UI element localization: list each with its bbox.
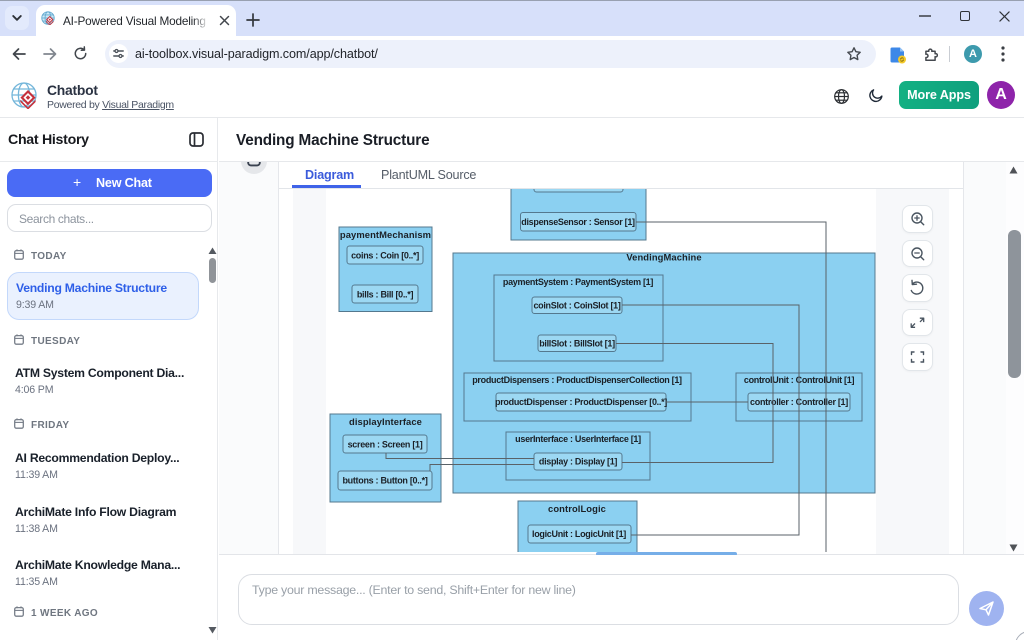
svg-text:productDispenser : ProductDisp: productDispenser : ProductDispenser [0..… [495, 397, 667, 407]
svg-text:buttons : Button [0..*]: buttons : Button [0..*] [342, 476, 427, 486]
svg-text:VendingMachine: VendingMachine [626, 252, 701, 263]
svg-text:coinSlot : CoinSlot [1]: coinSlot : CoinSlot [1] [533, 301, 620, 311]
svg-text:billSlot : BillSlot [1]: billSlot : BillSlot [1] [539, 339, 615, 349]
svg-text:dispenseSensor : Sensor [1]: dispenseSensor : Sensor [1] [521, 217, 635, 227]
svg-text:paymentMechanism: paymentMechanism [340, 229, 431, 240]
svg-text:logicUnit : LogicUnit [1]: logicUnit : LogicUnit [1] [532, 529, 626, 539]
svg-text:bills : Bill [0..*]: bills : Bill [0..*] [357, 290, 414, 300]
svg-text:controlLogic: controlLogic [548, 503, 606, 514]
svg-text:screen : Screen [1]: screen : Screen [1] [348, 440, 423, 450]
svg-text:paymentSystem : PaymentSystem: paymentSystem : PaymentSystem [1] [503, 277, 653, 287]
svg-text:userInterface : UserInterface: userInterface : UserInterface [1] [515, 434, 641, 444]
svg-text:displayInterface: displayInterface [349, 416, 422, 427]
svg-text:coins : Coin [0..*]: coins : Coin [0..*] [351, 251, 419, 261]
svg-text:productDispensers : ProductDis: productDispensers : ProductDispenserColl… [472, 375, 682, 385]
svg-text:display : Display [1]: display : Display [1] [539, 457, 618, 467]
